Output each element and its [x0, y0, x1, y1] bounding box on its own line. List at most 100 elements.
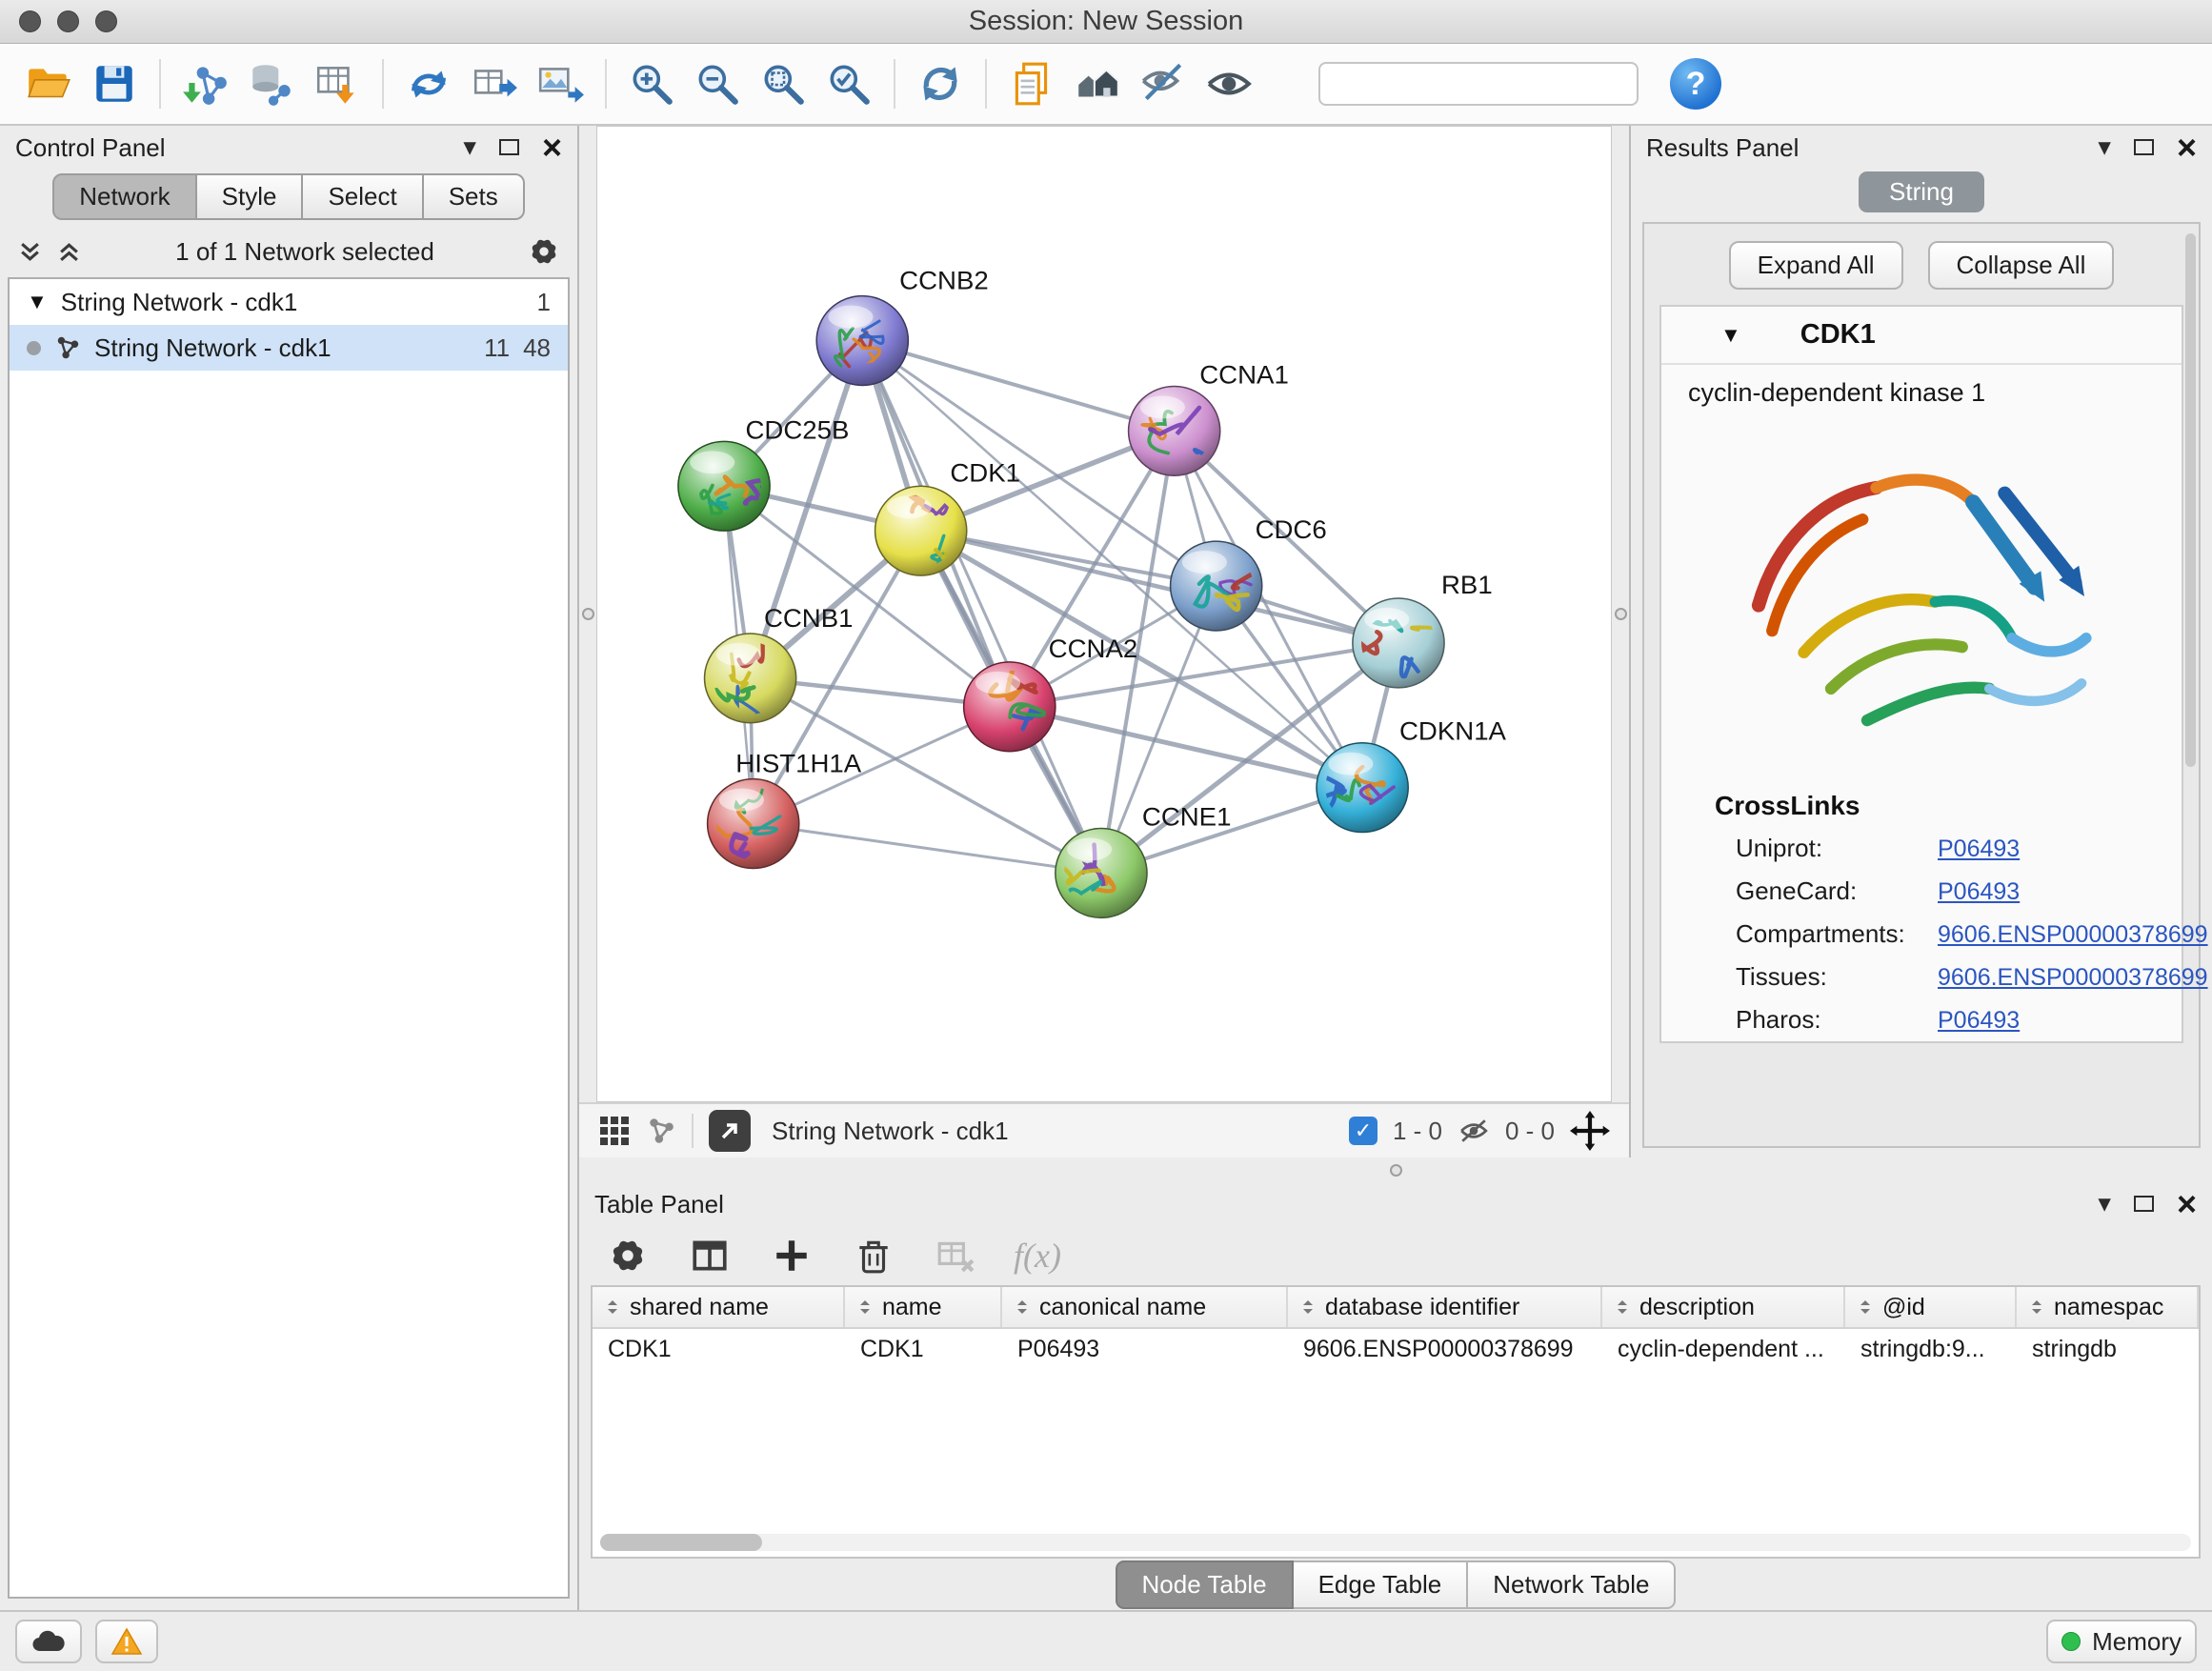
- zoom-in-button[interactable]: [622, 54, 681, 113]
- import-table-button[interactable]: [308, 54, 367, 113]
- expand-all-icon[interactable]: [56, 239, 82, 265]
- horizontal-splitter[interactable]: [579, 1158, 2212, 1182]
- left-splitter[interactable]: [579, 126, 596, 1102]
- function-builder-button[interactable]: f(x): [1014, 1236, 1061, 1276]
- delete-table-button[interactable]: [932, 1232, 979, 1279]
- scrollbar-thumb[interactable]: [600, 1534, 762, 1551]
- tab-string[interactable]: String: [1859, 171, 1984, 212]
- copy-document-button[interactable]: [1002, 54, 1061, 113]
- show-annotations-button[interactable]: [1199, 54, 1258, 113]
- zoom-fit-button[interactable]: [754, 54, 813, 113]
- splitter-handle[interactable]: [1390, 1164, 1402, 1177]
- hide-annotations-button[interactable]: [1134, 54, 1193, 113]
- zoom-out-button[interactable]: [688, 54, 747, 113]
- collapse-all-button[interactable]: Collapse All: [1928, 241, 2115, 290]
- network-node-hist1h1a[interactable]: HIST1H1A: [708, 749, 862, 868]
- birds-eye-icon[interactable]: [598, 1115, 631, 1147]
- panel-maximize-icon[interactable]: [2134, 1196, 2154, 1212]
- network-edge[interactable]: [862, 341, 1101, 874]
- disclosure-triangle-icon[interactable]: ▼: [1720, 323, 1741, 348]
- network-node-ccnb1[interactable]: CCNB1: [705, 603, 854, 724]
- panel-close-icon[interactable]: ×: [542, 134, 562, 162]
- tab-network-table[interactable]: Network Table: [1468, 1560, 1676, 1609]
- panel-close-icon[interactable]: ×: [2177, 134, 2197, 162]
- panel-menu-icon[interactable]: ▾: [463, 134, 476, 160]
- network-glyph-icon[interactable]: [646, 1116, 676, 1146]
- help-button[interactable]: ?: [1670, 58, 1721, 110]
- network-row[interactable]: String Network - cdk1 11 48: [10, 325, 568, 371]
- crosslink-link[interactable]: 9606.ENSP00000378699: [1938, 921, 2208, 949]
- disclosure-triangle-icon[interactable]: ▼: [27, 290, 48, 314]
- tab-style[interactable]: Style: [197, 173, 304, 220]
- panel-menu-icon[interactable]: ▾: [2098, 134, 2111, 160]
- crosslink-link[interactable]: 9606.ENSP00000378699: [1938, 964, 2208, 992]
- network-collection-row[interactable]: ▼ String Network - cdk1 1: [10, 279, 568, 325]
- network-edge[interactable]: [1010, 707, 1362, 788]
- zoom-window-button[interactable]: [95, 10, 117, 32]
- selected-checkbox-icon[interactable]: ✓: [1349, 1117, 1377, 1145]
- panel-close-icon[interactable]: ×: [2177, 1191, 2197, 1218]
- network-graph[interactable]: CCNB2CCNA1CDC25BCDK1CDC6RB1CCNB1CCNA2CDK…: [597, 127, 1611, 1101]
- delete-column-button[interactable]: [850, 1232, 897, 1279]
- pan-crosshair-icon[interactable]: [1570, 1111, 1610, 1151]
- crosslink-link[interactable]: P06493: [1938, 836, 2020, 863]
- clone-network-button[interactable]: [399, 54, 458, 113]
- export-image-button[interactable]: [531, 54, 590, 113]
- save-session-button[interactable]: [85, 54, 144, 113]
- column-header[interactable]: description: [1602, 1287, 1845, 1327]
- splitter-handle[interactable]: [582, 608, 594, 620]
- tab-sets[interactable]: Sets: [424, 173, 525, 220]
- column-header[interactable]: canonical name: [1002, 1287, 1288, 1327]
- warnings-button[interactable]: [95, 1620, 158, 1663]
- close-window-button[interactable]: [19, 10, 41, 32]
- network-node-ccna1[interactable]: CCNA1: [1129, 360, 1289, 475]
- table-settings-button[interactable]: [604, 1232, 652, 1279]
- network-node-ccna2[interactable]: CCNA2: [964, 634, 1138, 751]
- collapse-all-icon[interactable]: [17, 239, 43, 265]
- tab-network[interactable]: Network: [52, 173, 196, 220]
- network-node-cdkn1a[interactable]: CDKN1A: [1317, 716, 1507, 832]
- tab-node-table[interactable]: Node Table: [1116, 1560, 1294, 1609]
- horizontal-scrollbar[interactable]: [600, 1534, 2191, 1551]
- column-header[interactable]: @id: [1845, 1287, 2017, 1327]
- tab-select[interactable]: Select: [303, 173, 423, 220]
- table-row[interactable]: CDK1 CDK1 P06493 9606.ENSP00000378699 cy…: [593, 1329, 2199, 1369]
- network-node-cdk1[interactable]: CDK1: [875, 458, 1020, 575]
- minimize-window-button[interactable]: [57, 10, 79, 32]
- zoom-selected-button[interactable]: [819, 54, 878, 113]
- column-header[interactable]: shared name: [593, 1287, 845, 1327]
- import-network-database-button[interactable]: [242, 54, 301, 113]
- network-edge[interactable]: [862, 341, 1174, 432]
- tab-edge-table[interactable]: Edge Table: [1294, 1560, 1469, 1609]
- crosslink-link[interactable]: P06493: [1938, 1007, 2020, 1035]
- add-column-button[interactable]: [768, 1232, 815, 1279]
- crosslink-link[interactable]: P06493: [1938, 878, 2020, 906]
- string-home-button[interactable]: [1068, 54, 1127, 113]
- export-table-button[interactable]: [465, 54, 524, 113]
- select-columns-button[interactable]: [686, 1232, 734, 1279]
- warning-icon: [111, 1627, 143, 1656]
- network-node-cdc25b[interactable]: CDC25B: [678, 415, 850, 531]
- splitter-handle[interactable]: [1615, 608, 1627, 620]
- column-header[interactable]: database identifier: [1288, 1287, 1602, 1327]
- right-splitter[interactable]: [1612, 126, 1629, 1102]
- apply-layout-button[interactable]: [911, 54, 970, 113]
- memory-button[interactable]: Memory: [2046, 1620, 2197, 1663]
- open-session-button[interactable]: [19, 54, 78, 113]
- search-input[interactable]: [1341, 70, 1648, 98]
- column-header[interactable]: name: [845, 1287, 1002, 1327]
- panel-menu-icon[interactable]: ▾: [2098, 1191, 2111, 1217]
- network-node-rb1[interactable]: RB1: [1353, 570, 1493, 687]
- gear-icon[interactable]: [528, 235, 560, 268]
- expand-all-button[interactable]: Expand All: [1729, 241, 1903, 290]
- import-network-file-button[interactable]: [176, 54, 235, 113]
- cloud-button[interactable]: [15, 1620, 82, 1663]
- panel-maximize-icon[interactable]: [499, 139, 519, 155]
- open-in-window-button[interactable]: [709, 1110, 751, 1152]
- window-controls: [19, 10, 117, 32]
- panel-maximize-icon[interactable]: [2134, 139, 2154, 155]
- column-header[interactable]: namespac: [2017, 1287, 2199, 1327]
- results-scrollbar[interactable]: [2185, 233, 2196, 767]
- network-edge[interactable]: [754, 824, 1101, 874]
- network-canvas[interactable]: CCNB2CCNA1CDC25BCDK1CDC6RB1CCNB1CCNA2CDK…: [596, 126, 1612, 1102]
